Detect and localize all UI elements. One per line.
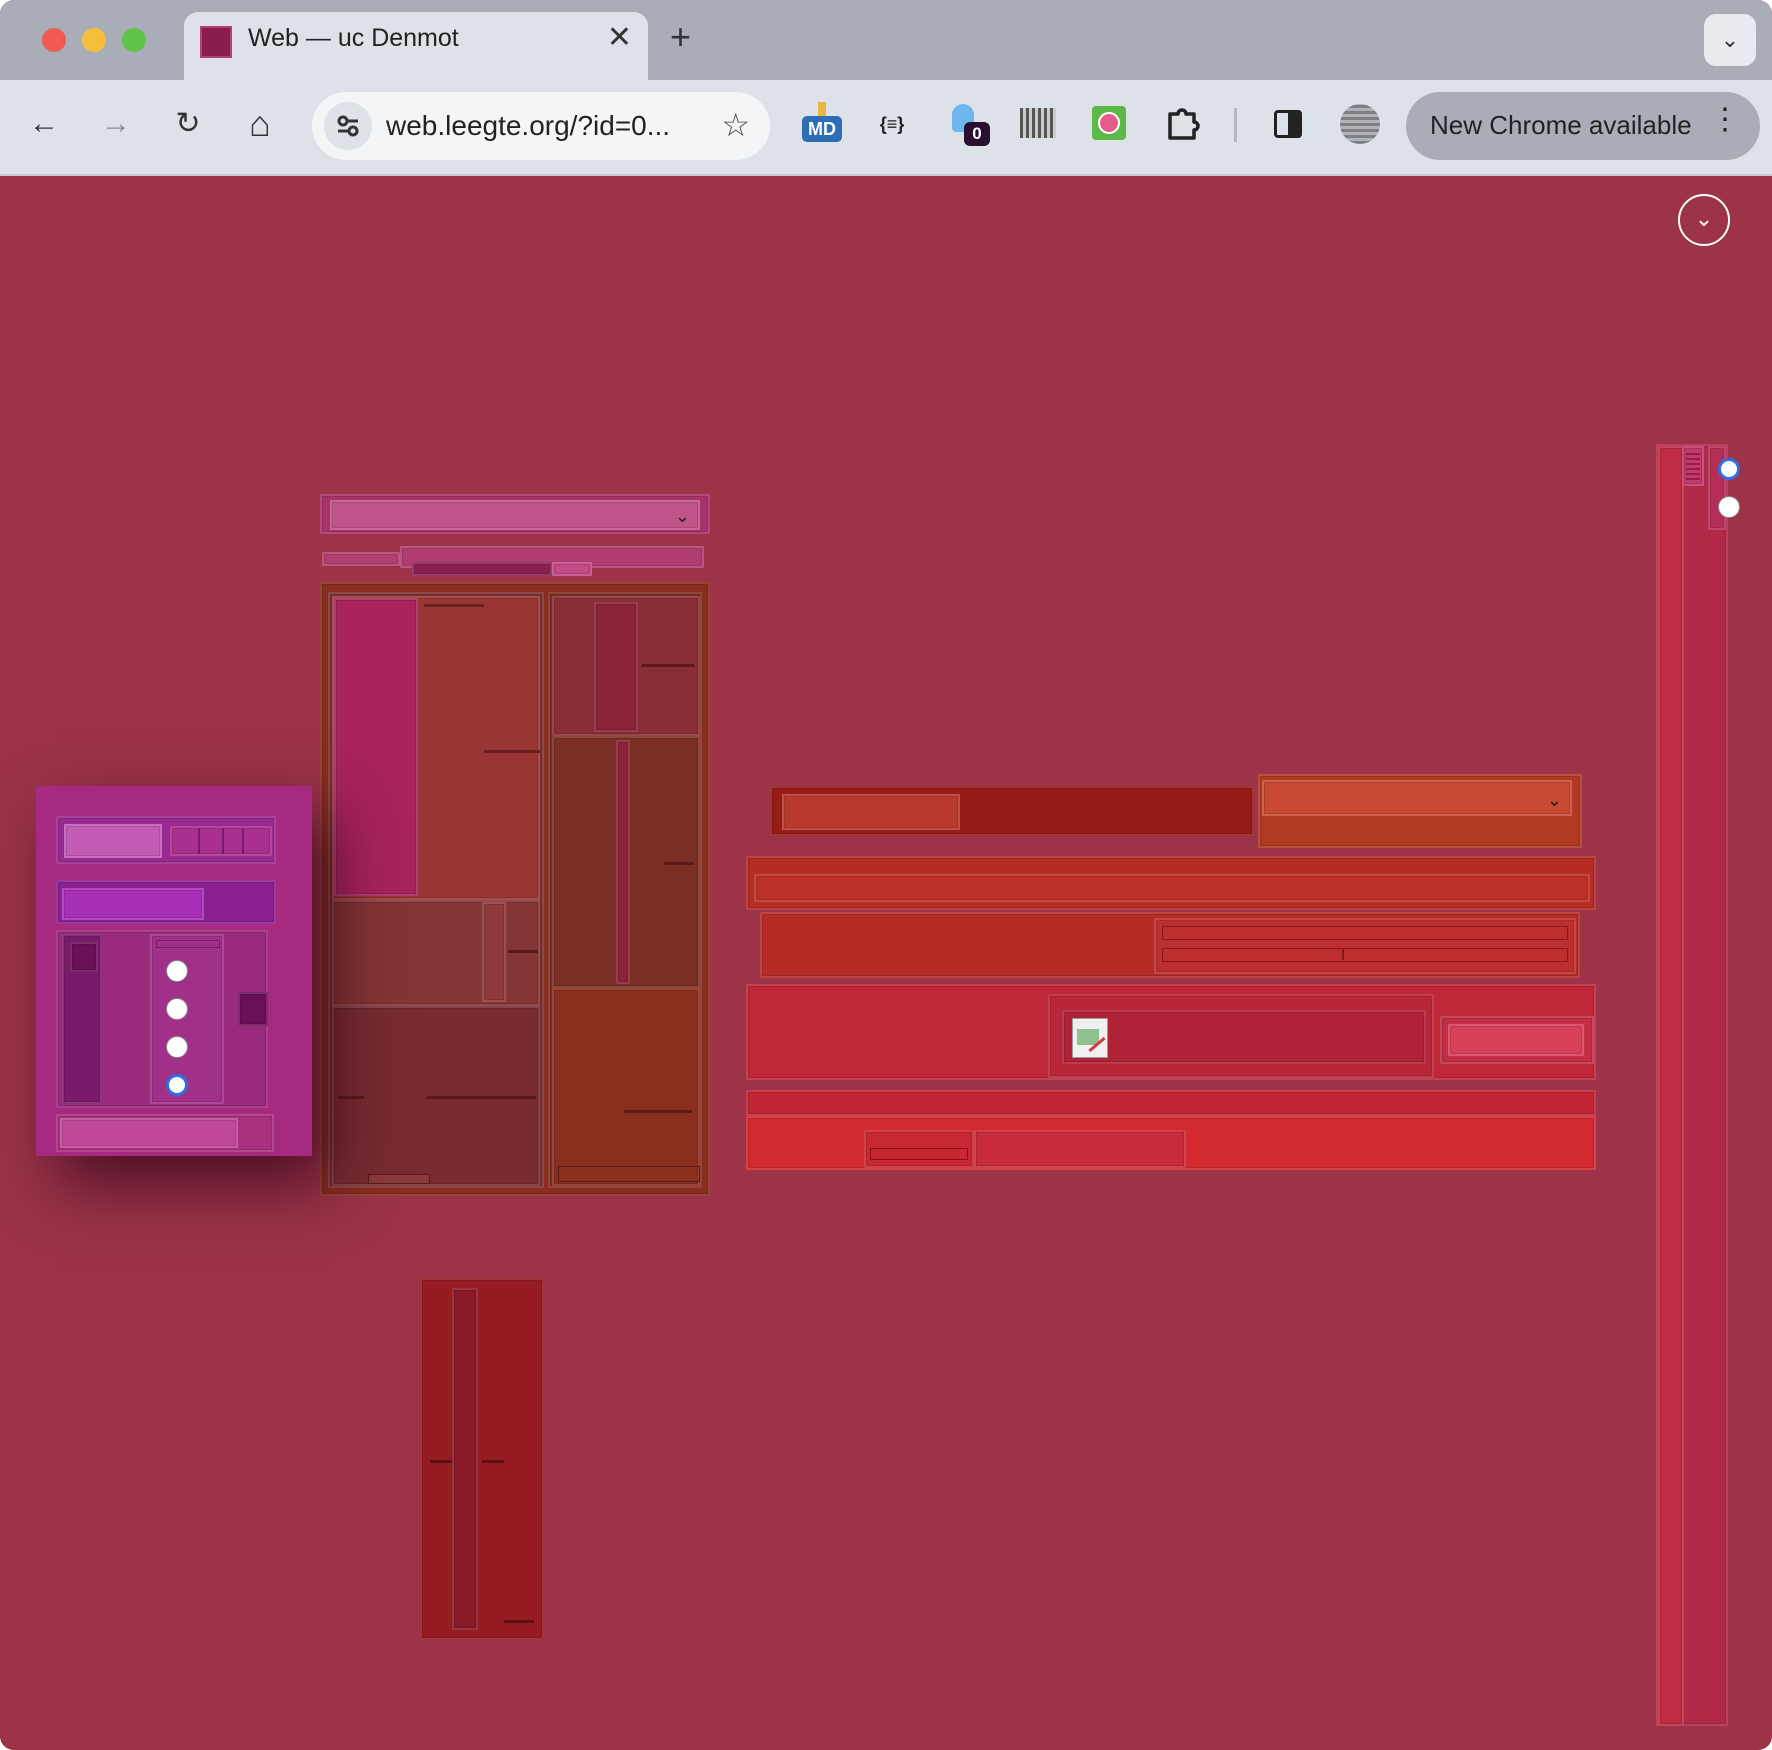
text-field[interactable] [64,824,162,858]
form-row [56,816,276,864]
panel-narrow [420,1278,544,1640]
toolbar-divider [1234,108,1237,142]
form-row [746,856,1596,910]
select-dropdown[interactable]: ⌄ [330,500,700,530]
text-field[interactable] [974,1130,1186,1168]
bar [552,562,592,576]
bar [412,562,552,576]
select-container: ⌄ [1258,774,1582,848]
browser-toolbar: ← → ↻ ⌂ web.leegte.org/?id=0... ☆ MD {≡}… [0,80,1772,176]
json-extension-icon[interactable]: {≡} [870,102,914,146]
panel-block [552,596,700,736]
active-tab[interactable]: Web — uc Denmot ✕ [184,12,648,80]
browser-window: Web — uc Denmot ✕ + ⌄ ← → ↻ ⌂ web.leegte… [0,0,1772,1750]
form-row [56,880,276,924]
reload-button[interactable]: ↻ [166,102,210,146]
chevron-down-icon: ⌄ [674,506,690,526]
bookmark-star-icon[interactable]: ☆ [721,106,750,144]
scrollbar-track[interactable] [1658,446,1684,1726]
radio-button[interactable] [166,960,188,982]
chrome-update-button[interactable]: New Chrome available ⋮ [1406,92,1760,160]
tab-close-button[interactable]: ✕ [607,20,632,55]
radio-button[interactable] [166,998,188,1020]
home-button[interactable]: ⌂ [238,102,282,146]
new-tab-button[interactable]: + [670,16,691,58]
text-field[interactable] [754,874,1590,902]
tab-title: Web — uc Denmot [248,24,459,52]
chrome-update-label: New Chrome available [1430,110,1692,140]
radio-button-selected[interactable] [166,1074,188,1096]
form-row [56,1114,274,1152]
chevron-down-icon: ⌄ [1720,27,1740,52]
url-text[interactable]: web.leegte.org/?id=0... [386,110,670,142]
form-row [770,786,1254,836]
scrollbar-thumb[interactable] [1682,446,1704,486]
profile-avatar[interactable] [1338,102,1382,146]
text-field[interactable] [782,794,960,830]
panel-strip [334,598,418,896]
extensions-puzzle-icon[interactable] [1160,102,1204,146]
form-row [746,1090,1596,1116]
select-dropdown[interactable]: ⌄ [1262,780,1572,816]
bar [322,552,400,566]
form-row [746,1116,1596,1170]
select-container: ⌄ [320,494,710,534]
slider-handle[interactable] [70,942,98,972]
form-row [760,912,1580,978]
panel-block [332,900,540,1006]
image-frame [1062,1010,1426,1064]
radio-button[interactable] [1718,496,1740,518]
scroll-down-button[interactable]: ⌄ [1678,194,1730,246]
radio-button-selected[interactable] [1718,458,1740,480]
panel-block [332,596,540,900]
tab-strip: Web — uc Denmot ✕ + ⌄ [0,0,1772,80]
panel-large [320,582,710,1196]
site-settings-icon[interactable] [324,102,372,150]
text-field[interactable] [62,888,204,920]
minimize-window-button[interactable] [82,28,106,52]
slider-track[interactable] [62,934,102,1104]
form-group [1154,918,1576,974]
favicon-icon [200,26,232,58]
chevron-down-icon: ⌄ [1694,206,1714,231]
side-panel-icon[interactable] [1266,102,1310,146]
maximize-window-button[interactable] [122,28,146,52]
more-menu-icon[interactable]: ⋮ [1710,102,1740,137]
ghost-extension-icon[interactable]: 0 [944,102,990,146]
button[interactable] [1440,1016,1594,1064]
checkbox[interactable] [238,992,268,1026]
panel-column [548,592,702,1188]
page-viewport: ⌄ ⌄ ⌄ [0,176,1772,1750]
markdown-extension-icon[interactable]: MD [800,102,844,146]
image-extension-icon[interactable] [1016,102,1060,146]
broken-image-icon [1072,1018,1108,1058]
form-row [746,984,1596,1080]
button[interactable] [864,1130,974,1168]
image-container [1048,994,1434,1078]
tab-search-button[interactable]: ⌄ [1704,14,1756,66]
radio-button[interactable] [166,1036,188,1058]
address-bar[interactable]: web.leegte.org/?id=0... ☆ [312,92,770,160]
forward-button[interactable]: → [94,102,138,146]
purple-form-panel [36,786,312,1156]
blocker-extension-icon[interactable] [1088,102,1132,146]
chevron-down-icon: ⌄ [1546,790,1562,810]
form-group [56,930,268,1108]
panel-column [328,592,544,1188]
button-group[interactable] [170,826,272,856]
right-rail [1656,444,1728,1726]
close-window-button[interactable] [42,28,66,52]
panel-block [552,736,700,988]
panel-block [552,988,700,1186]
back-button[interactable]: ← [22,102,66,146]
panel-block [332,1006,540,1186]
radio-group [150,934,224,1104]
text-field[interactable] [60,1118,238,1148]
